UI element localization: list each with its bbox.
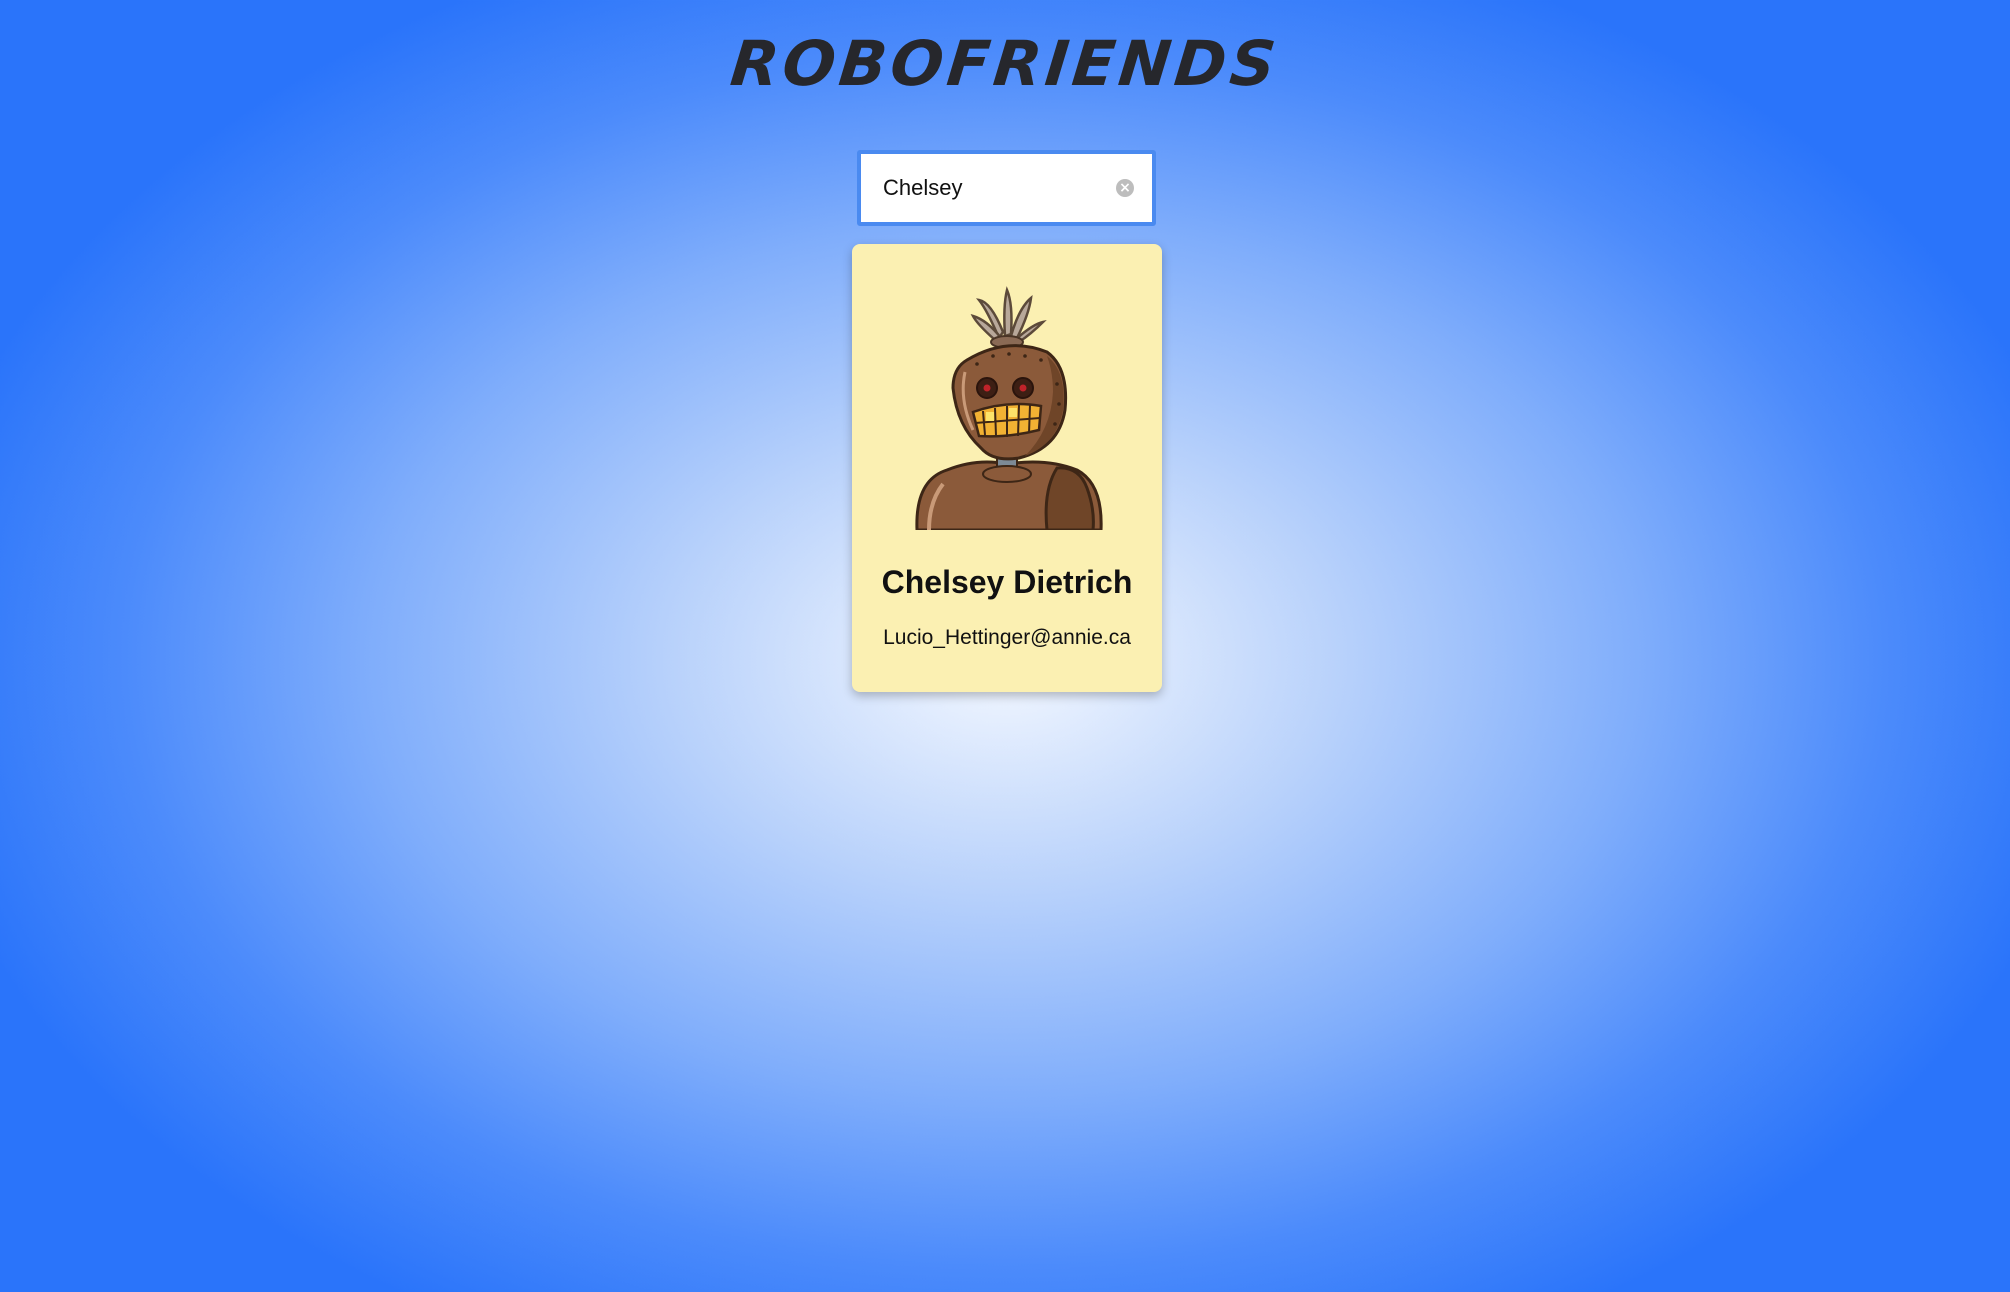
search-box[interactable]: × bbox=[857, 150, 1156, 226]
robot-email: Lucio_Hettinger@annie.ca bbox=[883, 626, 1131, 649]
clear-circle-icon[interactable]: × bbox=[1116, 179, 1134, 197]
robot-card[interactable]: Chelsey Dietrich Lucio_Hettinger@annie.c… bbox=[852, 244, 1162, 692]
app-title: ROBOFRIENDS bbox=[727, 27, 1283, 100]
robot-avatar bbox=[915, 286, 1103, 530]
robot-name: Chelsey Dietrich bbox=[881, 564, 1133, 600]
search-input[interactable] bbox=[861, 154, 1071, 222]
